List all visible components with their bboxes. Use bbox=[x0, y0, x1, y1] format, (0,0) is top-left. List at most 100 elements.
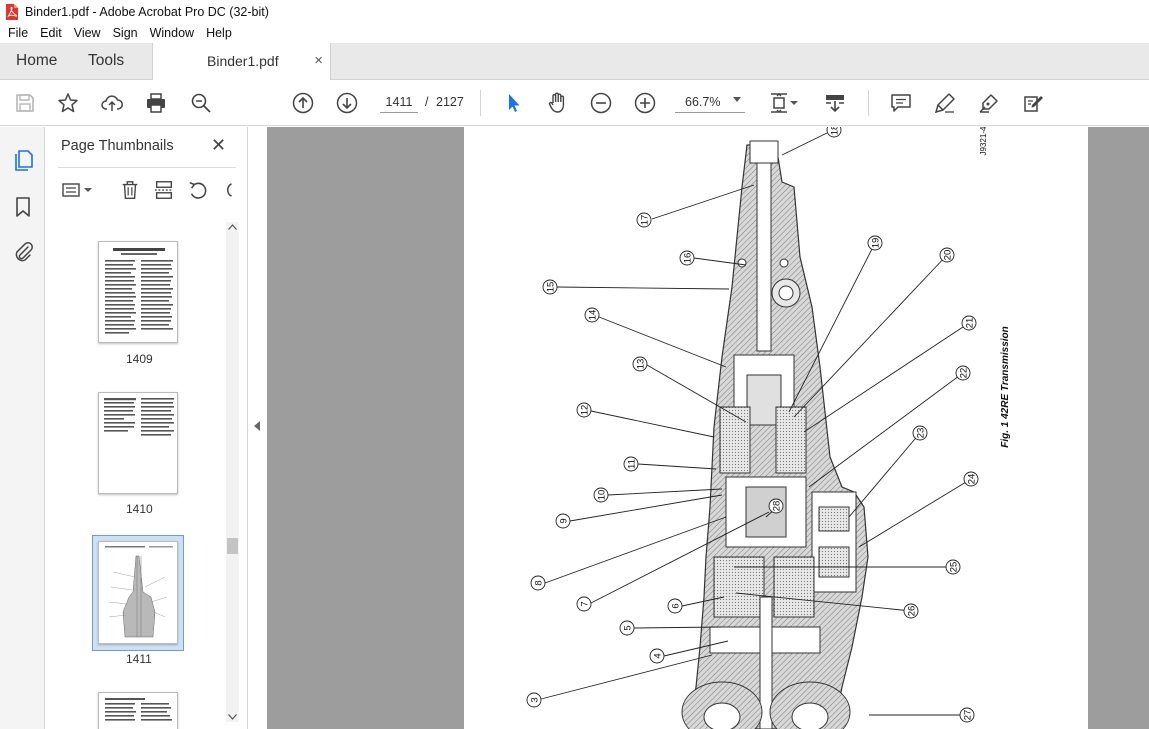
callout-7: 7 bbox=[576, 596, 592, 612]
page-thumbnail-1411[interactable] bbox=[98, 541, 178, 644]
star-icon bbox=[58, 93, 78, 113]
page-display-dropdown[interactable] bbox=[788, 90, 800, 116]
rotate-counterclockwise-button[interactable] bbox=[186, 177, 210, 203]
scrolling-mode-button[interactable] bbox=[822, 90, 848, 116]
print-button[interactable] bbox=[143, 90, 169, 116]
page-thumbnail-next[interactable] bbox=[98, 692, 178, 729]
callout-10: 10 bbox=[593, 487, 609, 503]
pages-icon bbox=[15, 150, 33, 171]
callout-25: 25 bbox=[945, 559, 961, 575]
callout-label: 20 bbox=[943, 250, 954, 261]
menu-file[interactable]: File bbox=[2, 26, 34, 40]
edit-document-icon bbox=[1024, 96, 1043, 112]
comment-button[interactable] bbox=[888, 90, 914, 116]
printer-icon bbox=[147, 93, 165, 113]
menu-sign[interactable]: Sign bbox=[107, 26, 144, 40]
zoom-dropdown[interactable]: 66.7% bbox=[675, 91, 745, 113]
share-upload-button[interactable] bbox=[99, 90, 125, 116]
callout-label: 3 bbox=[530, 697, 541, 702]
find-button[interactable] bbox=[188, 90, 214, 116]
fill-sign-button[interactable] bbox=[1020, 90, 1046, 116]
comment-icon bbox=[891, 94, 911, 112]
main-toolbar bbox=[0, 80, 1149, 126]
minus-circle-icon bbox=[590, 92, 612, 114]
thumbnail-preview bbox=[99, 542, 177, 643]
scroll-down-arrow-icon[interactable] bbox=[228, 714, 237, 720]
select-tool-button[interactable] bbox=[500, 90, 526, 116]
delete-page-button[interactable] bbox=[118, 177, 142, 203]
save-icon bbox=[16, 94, 34, 112]
previous-page-button[interactable] bbox=[290, 90, 316, 116]
callout-label: 17 bbox=[640, 215, 651, 226]
bookmarks-toggle[interactable] bbox=[10, 194, 36, 220]
figure-id: J9321-4 bbox=[979, 127, 988, 155]
callout-13: 13 bbox=[632, 356, 648, 372]
tab-document[interactable]: Binder1.pdf × bbox=[152, 43, 331, 80]
scroll-up-arrow-icon[interactable] bbox=[228, 224, 237, 230]
pdf-page: 18 17 16 15 14 13 12 11 10 9 8 7 6 5 4 3… bbox=[464, 127, 1088, 729]
thumbnail-label: 1410 bbox=[126, 502, 153, 516]
zoom-value: 66.7% bbox=[685, 95, 721, 109]
callout-4: 4 bbox=[649, 648, 665, 664]
callout-5: 5 bbox=[619, 620, 635, 636]
scrollbar-thumb[interactable] bbox=[227, 538, 238, 554]
hand-tool-button[interactable] bbox=[544, 90, 570, 116]
collapse-panel-handle[interactable] bbox=[254, 421, 260, 431]
leader-line bbox=[607, 488, 723, 496]
callout-label: 6 bbox=[671, 603, 682, 608]
document-viewport[interactable]: 18 17 16 15 14 13 12 11 10 9 8 7 6 5 4 3… bbox=[267, 127, 1149, 729]
plus-circle-icon bbox=[634, 92, 656, 114]
leader-line bbox=[651, 184, 755, 220]
menu-view[interactable]: View bbox=[68, 26, 107, 40]
bookmark-star-button[interactable] bbox=[55, 90, 81, 116]
callout-6: 6 bbox=[667, 598, 683, 614]
callout-24: 24 bbox=[963, 471, 979, 487]
leader-line bbox=[590, 410, 715, 438]
callout-14: 14 bbox=[584, 307, 600, 323]
callout-label: 16 bbox=[683, 253, 694, 264]
hand-icon bbox=[548, 92, 565, 113]
arrow-down-circle-icon bbox=[336, 92, 358, 114]
zoom-out-button[interactable] bbox=[588, 90, 614, 116]
callout-label: 11 bbox=[627, 459, 638, 469]
acrobat-file-icon bbox=[6, 3, 18, 20]
callout-label: 21 bbox=[965, 318, 976, 329]
total-pages: 2127 bbox=[436, 95, 464, 109]
callout-label: 15 bbox=[546, 282, 557, 293]
thumbnail-options-button[interactable] bbox=[60, 177, 94, 203]
page-number-input[interactable] bbox=[380, 91, 418, 113]
rotate-left-icon bbox=[189, 181, 207, 199]
tab-home[interactable]: Home bbox=[16, 43, 57, 79]
leader-line bbox=[848, 432, 921, 518]
callout-28: 28 bbox=[768, 498, 784, 514]
draw-button[interactable] bbox=[976, 90, 1002, 116]
menu-help[interactable]: Help bbox=[200, 26, 238, 40]
tab-tools[interactable]: Tools bbox=[88, 43, 124, 79]
highlight-button[interactable] bbox=[932, 90, 958, 116]
close-panel-icon[interactable]: ✕ bbox=[211, 135, 226, 156]
attachments-toggle[interactable] bbox=[10, 239, 36, 265]
title-bar: Binder1.pdf - Adobe Acrobat Pro DC (32-b… bbox=[0, 0, 1149, 23]
arrow-up-circle-icon bbox=[292, 92, 314, 114]
callout-label: 25 bbox=[949, 562, 960, 573]
trash-icon bbox=[122, 181, 138, 199]
menu-edit[interactable]: Edit bbox=[34, 26, 68, 40]
close-tab-icon[interactable]: × bbox=[314, 52, 323, 69]
page-thumbnails-toggle[interactable] bbox=[10, 147, 36, 173]
callout-label: 12 bbox=[580, 405, 591, 416]
save-button[interactable] bbox=[12, 90, 38, 116]
page-thumbnail-1410[interactable] bbox=[98, 392, 178, 494]
rotate-clockwise-button[interactable] bbox=[218, 177, 236, 203]
panel-divider bbox=[58, 167, 236, 168]
callout-label: 26 bbox=[907, 606, 918, 617]
page-thumbnail-1409[interactable] bbox=[98, 241, 178, 343]
next-page-button[interactable] bbox=[334, 90, 360, 116]
insert-page-button[interactable] bbox=[152, 177, 176, 203]
insert-pages-icon bbox=[154, 181, 174, 199]
callout-label: 7 bbox=[580, 601, 591, 606]
menu-window[interactable]: Window bbox=[144, 26, 200, 40]
leader-line bbox=[781, 132, 828, 156]
thumbnail-scrollbar[interactable] bbox=[226, 222, 239, 722]
thumbnail-label: 1409 bbox=[126, 352, 153, 366]
zoom-in-button[interactable] bbox=[632, 90, 658, 116]
